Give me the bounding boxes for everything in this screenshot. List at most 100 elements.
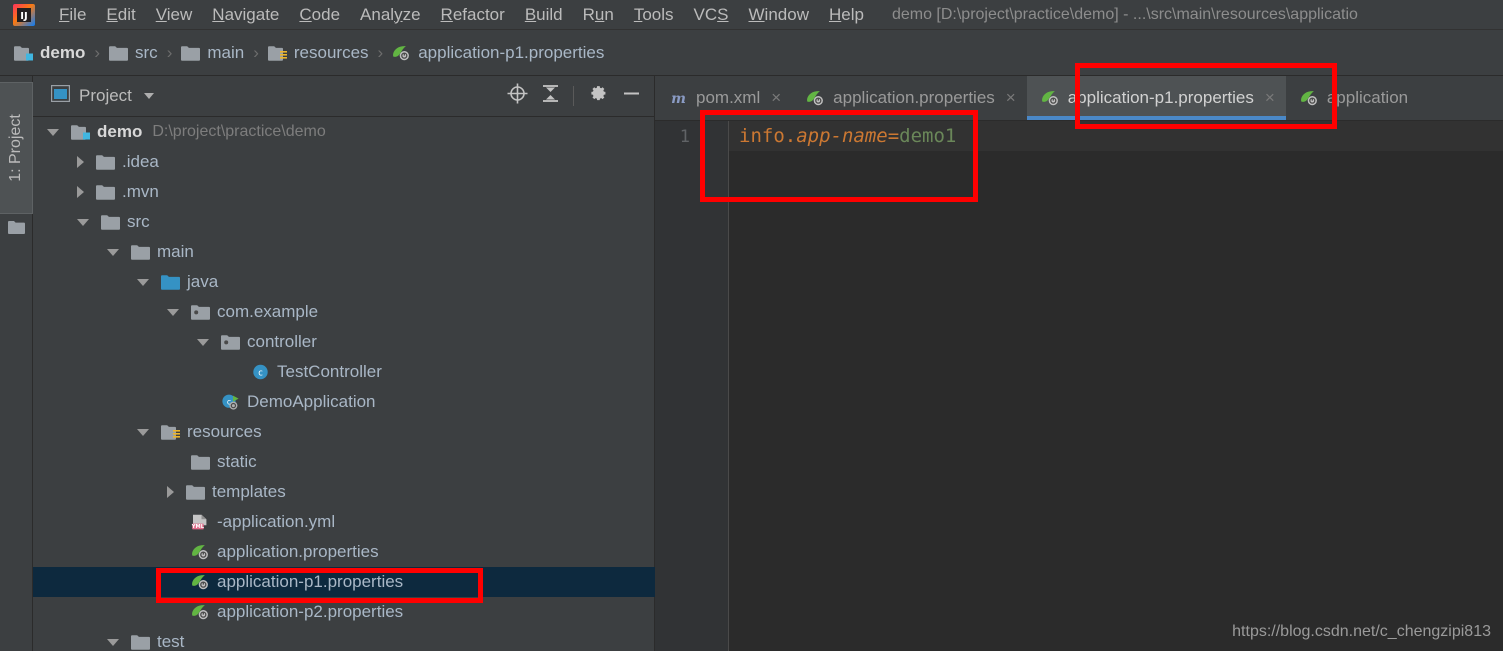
tree-row-label: application-p2.properties	[217, 602, 404, 621]
tree-row-label: main	[157, 242, 194, 261]
module-folder-icon	[14, 45, 33, 61]
folder-icon	[101, 214, 120, 230]
project-tool-window: Project demo D:\project\practice\demo .i…	[33, 76, 655, 651]
resources-folder-icon	[161, 424, 180, 440]
folder-icon	[96, 154, 115, 170]
tree-row[interactable]: application.properties	[33, 537, 655, 567]
breadcrumb-item-label: demo	[40, 43, 86, 62]
tool-window-button-project[interactable]: 1: Project	[0, 82, 33, 214]
chevron-down-icon[interactable]	[47, 128, 59, 136]
menu-item-mnemonic: T	[633, 4, 643, 24]
tree-row-label: TestController	[277, 362, 382, 381]
tree-row-label: resources	[187, 422, 262, 441]
tree-row[interactable]: com.example	[33, 297, 655, 327]
tree-row-label: java	[187, 272, 219, 291]
breadcrumb-item-demo[interactable]: demo	[14, 43, 85, 63]
menu-item-build[interactable]: Build	[515, 0, 573, 30]
menu-item-vcs[interactable]: VCS	[684, 0, 739, 30]
breadcrumb-item-application-p1-properties[interactable]: application-p1.properties	[392, 43, 604, 63]
breadcrumb-item-main[interactable]: main	[181, 43, 244, 63]
menu-item-tools[interactable]: Tools	[624, 0, 684, 30]
tree-row[interactable]: test	[33, 627, 655, 651]
breadcrumb-item-src[interactable]: src	[109, 43, 158, 63]
tree-row[interactable]: .mvn	[33, 177, 655, 207]
project-tree[interactable]: demo D:\project\practice\demo .idea .mvn src…	[33, 117, 655, 651]
menu-item-mnemonic: W	[748, 4, 765, 24]
menu-item-file[interactable]: File	[49, 0, 96, 30]
folder-icon	[8, 220, 25, 234]
editor-area: m pom.xml × application.properties × applicat…	[655, 76, 1503, 651]
chevron-down-icon[interactable]	[107, 638, 119, 646]
minimize-icon[interactable]	[621, 83, 642, 109]
chevron-down-icon[interactable]	[137, 428, 149, 436]
menu-item-analyze[interactable]: Analyze	[350, 0, 431, 30]
menu-item-edit[interactable]: Edit	[96, 0, 145, 30]
tree-row[interactable]: demo D:\project\practice\demo	[33, 117, 655, 147]
menu-item-mnemonic: u	[594, 4, 605, 24]
tree-row[interactable]: .idea	[33, 147, 655, 177]
editor-gutter: 1	[655, 121, 698, 651]
tree-row[interactable]: resources	[33, 417, 655, 447]
close-icon[interactable]: ×	[1265, 88, 1275, 108]
breadcrumb-item-label: resources	[293, 43, 369, 62]
tree-row[interactable]: src	[33, 207, 655, 237]
chevron-down-icon[interactable]	[107, 248, 119, 256]
menu-item-view[interactable]: View	[146, 0, 203, 30]
locate-file-icon[interactable]	[507, 83, 528, 109]
chevron-down-icon[interactable]	[137, 278, 149, 286]
chevron-down-icon[interactable]	[197, 338, 209, 346]
menu-item-navigate[interactable]: Navigate	[202, 0, 289, 30]
menu-item-run[interactable]: Run	[573, 0, 624, 30]
module-folder-icon	[71, 124, 90, 140]
menu-item-window[interactable]: Window	[739, 0, 819, 30]
folder-icon	[96, 184, 115, 200]
collapse-all-icon[interactable]	[541, 83, 560, 109]
resources-folder-icon	[267, 45, 287, 61]
folder-icon	[191, 454, 210, 470]
editor-tab-bar: m pom.xml × application.properties × applicat…	[655, 76, 1503, 121]
close-icon[interactable]: ×	[1006, 88, 1016, 108]
menu-item-mnemonic: B	[524, 4, 537, 24]
menu-item-code[interactable]: Code	[289, 0, 350, 30]
editor-code-line[interactable]: info. app-name = demo1	[739, 121, 956, 151]
line-number: 1	[679, 127, 690, 147]
menu-item-help[interactable]: Help	[819, 0, 874, 30]
chevron-down-icon[interactable]	[167, 308, 179, 316]
chevron-right-icon[interactable]	[167, 486, 174, 498]
chevron-right-icon[interactable]	[77, 186, 84, 198]
chevron-down-icon[interactable]	[77, 218, 89, 226]
tree-row[interactable]: main	[33, 237, 655, 267]
gear-icon[interactable]	[587, 83, 608, 109]
tree-row[interactable]: YML -application.yml	[33, 507, 655, 537]
tree-row-label: demo	[97, 122, 143, 141]
tree-row[interactable]: controller	[33, 327, 655, 357]
active-editor-tab[interactable]: application-p1.properties ×	[1026, 76, 1286, 120]
tree-row[interactable]: c TestController	[33, 357, 655, 387]
chevron-right-icon[interactable]	[77, 156, 84, 168]
chevron-down-icon[interactable]	[143, 93, 154, 99]
tree-selected-row[interactable]: application-p1.properties	[33, 567, 655, 597]
folder-icon	[181, 45, 201, 61]
tree-row[interactable]: static	[33, 447, 655, 477]
editor-code-area[interactable]: 1 info. app-name = demo1	[655, 121, 1503, 651]
window-title: demo [D:\project\practice\demo] - ...\sr…	[891, 5, 1358, 23]
editor-fold-strip[interactable]	[698, 121, 729, 651]
menu-item-mnemonic: F	[59, 4, 70, 24]
editor-tab[interactable]: application	[1286, 76, 1419, 120]
tree-row[interactable]: c DemoApplication	[33, 387, 655, 417]
spring-properties-icon	[806, 90, 825, 106]
breadcrumb-items: demo › src › main › resources › application-p1.p…	[14, 43, 604, 63]
menu-item-refactor[interactable]: Refactor	[431, 0, 515, 30]
close-icon[interactable]: ×	[771, 88, 781, 108]
tree-row[interactable]: java	[33, 267, 655, 297]
breadcrumb-item-resources[interactable]: resources	[267, 43, 369, 63]
editor-tab[interactable]: application.properties ×	[792, 76, 1027, 120]
editor-tab[interactable]: m pom.xml ×	[655, 76, 792, 120]
tree-row[interactable]: templates	[33, 477, 655, 507]
tree-row[interactable]: application-p2.properties	[33, 597, 655, 627]
